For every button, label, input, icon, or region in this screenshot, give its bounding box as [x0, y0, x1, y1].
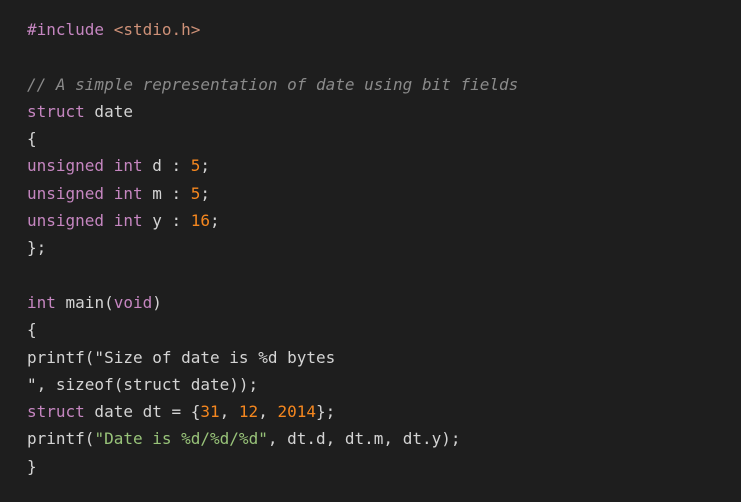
- code-line[interactable]: ", sizeof(struct date));: [27, 371, 741, 398]
- code-line[interactable]: unsigned int d : 5;: [27, 152, 741, 179]
- code-token-plain: ): [152, 292, 162, 312]
- code-token-plain: m :: [142, 183, 191, 203]
- code-line[interactable]: #include <stdio.h>: [27, 16, 741, 43]
- code-line[interactable]: {: [27, 316, 741, 343]
- code-token-keyword: void: [113, 292, 153, 312]
- code-token-plain: date dt = {: [84, 402, 201, 422]
- code-token-comment: // A simple representation of date using…: [27, 74, 519, 94]
- code-token-plain: };: [315, 402, 336, 422]
- code-token-keyword: unsigned: [27, 156, 105, 176]
- code-token-plain: , dt.d, dt.m, dt.y);: [267, 429, 461, 449]
- code-token-number: 31: [200, 402, 220, 422]
- code-token-plain: ;: [210, 211, 220, 231]
- code-token-number: 12: [238, 402, 259, 422]
- code-line[interactable]: struct date: [27, 98, 741, 125]
- code-token-keyword: struct: [27, 101, 85, 121]
- code-token-keyword: struct: [27, 402, 85, 422]
- code-line[interactable]: int main(void): [27, 289, 741, 316]
- code-token-plain: printf("Size of date is %d bytes: [27, 347, 336, 367]
- code-line[interactable]: ​: [27, 43, 741, 70]
- code-line[interactable]: struct date dt = {31, 12, 2014};: [27, 398, 741, 425]
- code-line[interactable]: printf("Size of date is %d bytes: [27, 344, 741, 371]
- code-token-number: 5: [190, 156, 201, 176]
- code-line[interactable]: // A simple representation of date using…: [27, 71, 741, 98]
- code-token-plain: {: [27, 129, 37, 149]
- code-token-plain: ;: [200, 156, 211, 176]
- code-line[interactable]: unsigned int m : 5;: [27, 180, 741, 207]
- code-token-keyword: unsigned: [27, 183, 105, 203]
- code-line[interactable]: };: [27, 234, 741, 261]
- code-line[interactable]: }: [27, 453, 741, 480]
- code-token-directive: #include: [27, 20, 105, 39]
- code-line[interactable]: unsigned int y : 16;: [27, 207, 741, 234]
- code-token-keyword: int: [113, 183, 143, 203]
- code-token-include: <stdio.h>: [113, 20, 201, 39]
- code-token-plain: date: [84, 101, 133, 121]
- code-token-plain: main(: [55, 292, 114, 312]
- code-token-plain: d :: [142, 156, 191, 176]
- code-token-plain: {: [27, 320, 37, 340]
- code-token-number: 16: [190, 211, 211, 231]
- code-token-string: "Date is %d/%d/%d": [94, 429, 268, 449]
- code-token-keyword: int: [27, 292, 56, 312]
- code-token-keyword: int: [113, 211, 143, 231]
- code-token-plain: ", sizeof(struct date));: [27, 374, 259, 394]
- code-token-number: 2014: [277, 402, 316, 422]
- code-token-keyword: int: [113, 156, 143, 176]
- code-token-plain: ,: [258, 402, 278, 422]
- code-token-plain: ;: [200, 183, 211, 203]
- code-token-plain: }: [27, 456, 37, 476]
- code-token-plain: y :: [142, 211, 191, 231]
- code-token-keyword: unsigned: [27, 211, 105, 231]
- code-line[interactable]: ​: [27, 262, 741, 289]
- code-token-plain: };: [27, 238, 47, 258]
- code-token-plain: printf(: [27, 429, 95, 449]
- code-line[interactable]: {: [27, 125, 741, 152]
- code-token-number: 5: [190, 183, 201, 203]
- code-line[interactable]: printf("Date is %d/%d/%d", dt.d, dt.m, d…: [27, 425, 741, 452]
- code-token-plain: ,: [219, 402, 239, 422]
- code-editor[interactable]: #include <stdio.h>​// A simple represent…: [0, 0, 741, 502]
